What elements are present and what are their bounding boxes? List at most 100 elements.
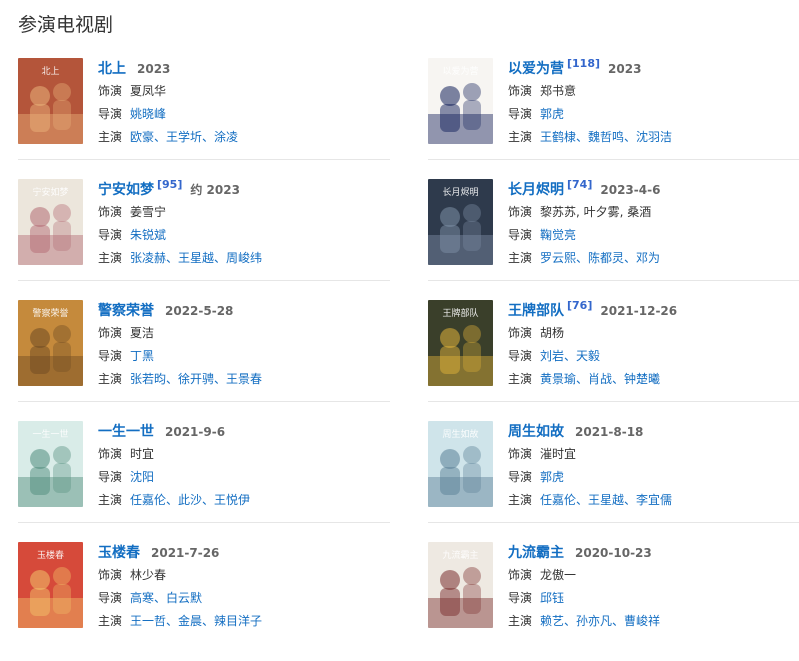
- cast-label: 主演: [98, 493, 123, 507]
- drama-poster[interactable]: 北上: [18, 58, 83, 144]
- cast-links[interactable]: 王一哲、金晨、辣目洋子: [130, 614, 262, 628]
- role-label: 饰演: [98, 84, 123, 98]
- drama-year: 2021-9-6: [165, 425, 226, 439]
- director-link[interactable]: 郭虎: [540, 107, 564, 121]
- cast-links[interactable]: 欧豪、王学圻、涂凌: [130, 130, 238, 144]
- drama-title-link[interactable]: 警察荣誉: [98, 303, 154, 319]
- cast-links[interactable]: 王鹤棣、魏哲鸣、沈羽洁: [540, 130, 672, 144]
- drama-year: 2021-7-26: [151, 546, 220, 560]
- role-name: 夏洁: [130, 326, 155, 340]
- drama-poster[interactable]: 警察荣誉: [18, 300, 83, 386]
- drama-item: 玉楼春 玉楼春 2021-7-26 饰演 林少春 导演 高寒、白云默 主演 王一哲、金晨…: [18, 540, 390, 661]
- drama-year: 约 2023: [190, 183, 240, 197]
- role-label: 饰演: [98, 205, 123, 219]
- cast-label: 主演: [508, 372, 533, 386]
- role-name: 郑书意: [540, 84, 577, 98]
- drama-column-left: 北上 北上 2023 饰演 夏凤华 导演 姚晓峰 主演 欧豪、王学圻、涂凌 宁安如梦 宁…: [18, 56, 390, 661]
- drama-item: 长月烬明 长月烬明 [74] 2023-4-6 饰演 黎苏苏, 叶夕雾, 桑酒 导演鞠…: [428, 177, 799, 298]
- cast-links[interactable]: 张凌赫、王星越、周峻纬: [130, 251, 262, 265]
- role-label: 饰演: [98, 568, 123, 582]
- drama-item: 周生如故 周生如故 2021-8-18 饰演 漼时宜 导演 郭虎 主演 任嘉伦、王星越、…: [428, 419, 799, 540]
- drama-title-link[interactable]: 周生如故: [508, 424, 564, 440]
- cast-label: 主演: [508, 493, 533, 507]
- drama-year: 2023: [137, 62, 171, 76]
- divider: [18, 522, 390, 523]
- director-label: 导演: [508, 349, 533, 363]
- director-link[interactable]: 鞠觉亮: [540, 228, 576, 242]
- director-link[interactable]: 刘岩、天毅: [540, 349, 600, 363]
- director-label: 导演: [508, 470, 533, 484]
- drama-poster[interactable]: 长月烬明: [428, 179, 493, 265]
- cast-links[interactable]: 黄景瑜、肖战、钟楚曦: [540, 372, 660, 386]
- drama-item: 九流霸主 九流霸主 2020-10-23 饰演 龙傲一 导演 邱钰 主演 赖艺、孙亦凡、…: [428, 540, 799, 661]
- drama-title-link[interactable]: 宁安如梦: [98, 182, 154, 198]
- svg-text:以爱为营: 以爱为营: [442, 65, 478, 77]
- role-name: 夏凤华: [130, 84, 167, 98]
- cast-label: 主演: [98, 614, 123, 628]
- drama-title-link[interactable]: 王牌部队: [508, 303, 564, 319]
- role-label: 饰演: [98, 447, 123, 461]
- drama-poster[interactable]: 以爱为营: [428, 58, 493, 144]
- drama-poster[interactable]: 一生一世: [18, 421, 83, 507]
- drama-title-link[interactable]: 以爱为营: [508, 61, 564, 77]
- drama-title-link[interactable]: 长月烬明: [508, 182, 564, 198]
- drama-year: 2023-4-6: [600, 183, 661, 197]
- cast-label: 主演: [98, 372, 123, 386]
- cast-links[interactable]: 张若昀、徐开骋、王景春: [130, 372, 262, 386]
- drama-title-link[interactable]: 玉楼春: [98, 545, 140, 561]
- drama-item: 一生一世 一生一世 2021-9-6 饰演 时宜 导演 沈阳 主演 任嘉伦、此沙、王悦伊: [18, 419, 390, 540]
- svg-text:长月烬明: 长月烬明: [442, 186, 478, 198]
- director-link[interactable]: 姚晓峰: [130, 107, 166, 121]
- director-link[interactable]: 郭虎: [540, 470, 564, 484]
- drama-poster[interactable]: 王牌部队: [428, 300, 493, 386]
- drama-poster[interactable]: 宁安如梦: [18, 179, 83, 265]
- role-label: 饰演: [508, 568, 533, 582]
- role-name: 时宜: [130, 447, 155, 461]
- drama-item: 王牌部队 王牌部队 [76] 2021-12-26 饰演 胡杨 导演 刘岩、天毅 主演黄…: [428, 298, 799, 419]
- drama-year: 2020-10-23: [575, 546, 652, 560]
- director-label: 导演: [98, 228, 123, 242]
- director-link[interactable]: 沈阳: [130, 470, 154, 484]
- role-label: 饰演: [508, 84, 533, 98]
- divider: [18, 159, 390, 160]
- role-label: 饰演: [508, 326, 533, 340]
- director-label: 导演: [98, 107, 123, 121]
- drama-year: 2021-8-18: [575, 425, 644, 439]
- svg-text:玉楼春: 玉楼春: [37, 549, 64, 561]
- divider: [428, 159, 799, 160]
- reference-link[interactable]: [95]: [157, 178, 182, 191]
- drama-poster[interactable]: 周生如故: [428, 421, 493, 507]
- drama-poster[interactable]: 玉楼春: [18, 542, 83, 628]
- reference-link[interactable]: [74]: [567, 178, 592, 191]
- role-name: 漼时宜: [540, 447, 577, 461]
- divider: [428, 401, 799, 402]
- director-label: 导演: [508, 107, 533, 121]
- role-label: 饰演: [508, 205, 533, 219]
- director-link[interactable]: 朱锐斌: [130, 228, 166, 242]
- drama-poster[interactable]: 九流霸主: [428, 542, 493, 628]
- director-link[interactable]: 高寒、白云默: [130, 591, 202, 605]
- cast-label: 主演: [508, 251, 533, 265]
- cast-links[interactable]: 罗云熙、陈都灵、邓为: [540, 251, 660, 265]
- reference-link[interactable]: [76]: [567, 299, 592, 312]
- cast-links[interactable]: 赖艺、孙亦凡、曹峻祥: [540, 614, 660, 628]
- svg-text:北上: 北上: [41, 66, 59, 77]
- cast-label: 主演: [508, 614, 533, 628]
- cast-links[interactable]: 任嘉伦、此沙、王悦伊: [130, 493, 250, 507]
- drama-year: 2023: [608, 62, 642, 76]
- reference-link[interactable]: [118]: [567, 57, 600, 70]
- drama-item: 以爱为营 以爱为营 [118] 2023 饰演 郑书意 导演 郭虎 主演 王鹤棣、魏哲鸣、…: [428, 56, 799, 177]
- drama-title-link[interactable]: 一生一世: [98, 424, 154, 440]
- svg-text:警察荣誉: 警察荣誉: [32, 307, 68, 319]
- drama-column-right: 以爱为营 以爱为营 [118] 2023 饰演 郑书意 导演 郭虎 主演 王鹤棣、魏哲鸣、…: [428, 56, 799, 661]
- cast-links[interactable]: 任嘉伦、王星越、李宜儒: [540, 493, 672, 507]
- role-name: 姜雪宁: [130, 205, 167, 219]
- drama-item: 警察荣誉 警察荣誉 2022-5-28 饰演 夏洁 导演 丁黑 主演 张若昀、徐开骋、王…: [18, 298, 390, 419]
- drama-item: 宁安如梦 宁安如梦 [95] 约 2023 饰演 姜雪宁 导演 朱锐斌 主演 张凌赫、王星…: [18, 177, 390, 298]
- drama-title-link[interactable]: 北上: [98, 61, 126, 77]
- divider: [428, 280, 799, 281]
- divider: [18, 401, 390, 402]
- director-link[interactable]: 邱钰: [540, 591, 564, 605]
- director-link[interactable]: 丁黑: [130, 349, 154, 363]
- drama-title-link[interactable]: 九流霸主: [508, 545, 564, 561]
